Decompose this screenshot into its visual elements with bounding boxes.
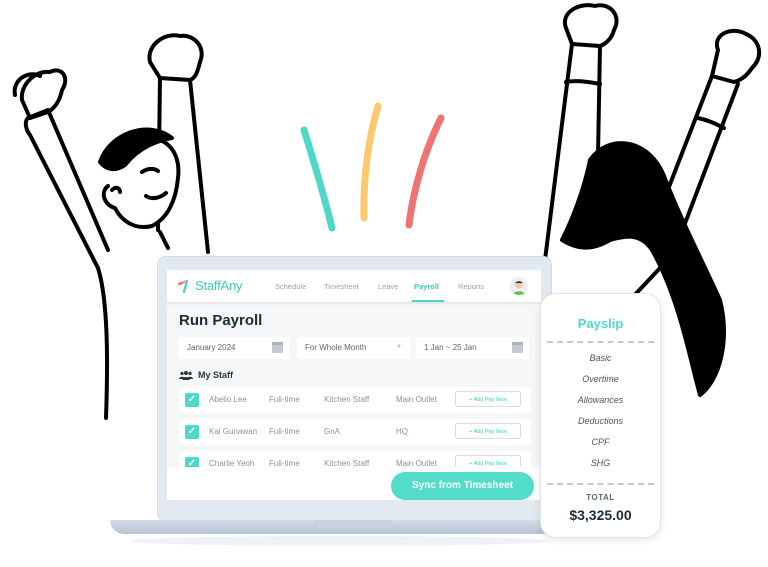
- total-label: TOTAL: [586, 493, 615, 502]
- add-pay-item-button[interactable]: + Add Pay Item: [455, 423, 521, 439]
- divider: [547, 483, 654, 485]
- users-icon: [179, 370, 193, 380]
- payslip-item: Deductions: [577, 416, 624, 426]
- app-screen: StaffAny Schedule Timesheet Leave Payrol…: [167, 270, 541, 500]
- payslip-item: Allowances: [577, 395, 624, 405]
- chevron-down-icon: ▼: [396, 344, 402, 350]
- yellow-stroke: [360, 102, 382, 222]
- date-range-value: 1 Jan ~ 25 Jan: [424, 343, 477, 352]
- calendar-icon: [512, 342, 523, 353]
- payslip-item: SHG: [590, 458, 611, 468]
- section-my-staff: My Staff: [179, 370, 233, 380]
- total-value: $3,325.00: [569, 507, 632, 523]
- top-nav: StaffAny Schedule Timesheet Leave Payrol…: [167, 270, 541, 302]
- nav-leave[interactable]: Leave: [378, 282, 398, 291]
- laptop-shadow: [130, 536, 550, 546]
- payslip-item: Basic: [589, 353, 612, 363]
- payslip-title: Payslip: [577, 316, 624, 331]
- avatar-icon: [513, 281, 525, 295]
- nav-timesheet[interactable]: Timesheet: [324, 282, 359, 291]
- staff-outlet: Main Outlet: [396, 395, 437, 404]
- nav-schedule[interactable]: Schedule: [275, 282, 306, 291]
- month-value: January 2024: [187, 343, 236, 352]
- page-title: Run Payroll: [179, 312, 263, 329]
- nav-reports[interactable]: Reports: [458, 282, 484, 291]
- staff-checkbox[interactable]: ✓: [185, 425, 199, 439]
- payslip-item: CPF: [591, 437, 610, 447]
- active-tab-indicator: [412, 300, 444, 302]
- staff-row: ✓ Abelio Lee Full-time Kitchen Staff Mai…: [179, 387, 531, 413]
- laptop-notch: [313, 520, 393, 528]
- staff-name: Abelio Lee: [209, 395, 247, 404]
- staff-checkbox[interactable]: ✓: [185, 393, 199, 407]
- teal-stroke: [300, 126, 336, 232]
- staff-type: Full-time: [269, 427, 300, 436]
- logo-text: StaffAny: [195, 278, 243, 293]
- staff-row: ✓ Kai Gunawan Full-time GnA HQ + Add Pay…: [179, 419, 531, 445]
- staff-type: Full-time: [269, 395, 300, 404]
- staff-role: GnA: [324, 427, 341, 436]
- logo-icon: [178, 279, 189, 293]
- staff-role: Kitchen Staff: [324, 395, 370, 404]
- red-stroke: [405, 114, 445, 229]
- payslip-card: Payslip Basic Overtime Allowances Deduct…: [540, 293, 661, 538]
- date-range-picker[interactable]: 1 Jan ~ 25 Jan: [416, 337, 529, 359]
- divider: [547, 341, 654, 343]
- staffany-logo[interactable]: StaffAny: [178, 278, 243, 293]
- period-select[interactable]: For Whole Month ▼: [297, 337, 410, 359]
- nav-payroll[interactable]: Payroll: [414, 282, 439, 291]
- section-title: My Staff: [198, 370, 234, 380]
- calendar-icon: [272, 342, 283, 353]
- add-pay-item-button[interactable]: + Add Pay Item: [455, 391, 521, 407]
- payslip-item: Overtime: [582, 374, 619, 384]
- period-value: For Whole Month: [305, 343, 367, 352]
- user-avatar[interactable]: [510, 277, 528, 295]
- staff-outlet: HQ: [396, 427, 408, 436]
- month-picker[interactable]: January 2024: [179, 337, 289, 359]
- sync-from-timesheet-button[interactable]: Sync from Timesheet: [391, 472, 534, 500]
- staff-name: Kai Gunawan: [209, 427, 258, 436]
